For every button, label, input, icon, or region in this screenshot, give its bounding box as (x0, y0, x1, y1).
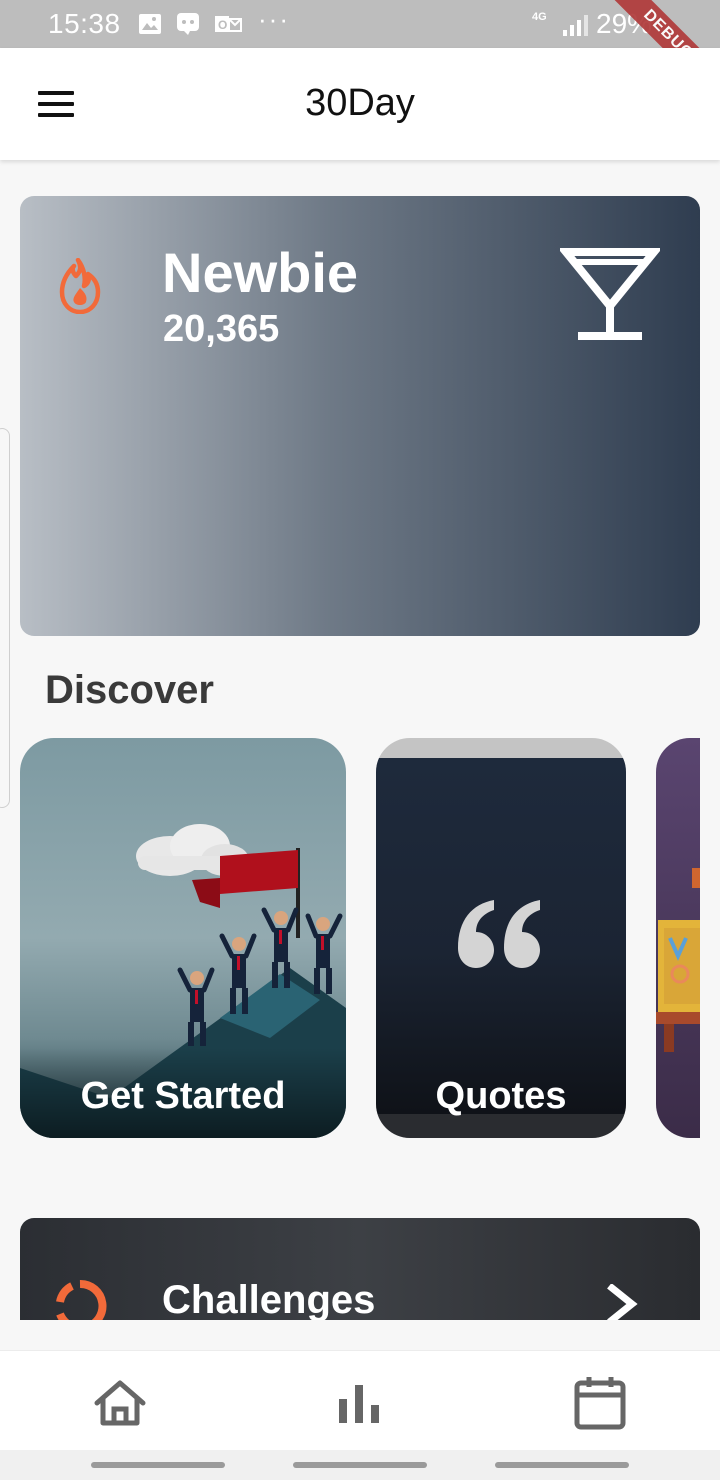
bar-chart-icon (339, 1385, 379, 1423)
rank-card[interactable]: Newbie 20,365 (20, 196, 700, 636)
nav-calendar[interactable] (560, 1371, 640, 1435)
partial-card-illustration (656, 868, 700, 1052)
signal-icon (563, 15, 588, 36)
app-bar: 30Day (0, 48, 720, 160)
card-label: Get Started (80, 1075, 286, 1117)
more-notifications: ··· (258, 4, 290, 34)
bottom-navigation (0, 1350, 720, 1450)
ring-icon (56, 1279, 107, 1320)
svg-text:O: O (218, 18, 227, 32)
cocktail-icon (560, 248, 660, 340)
discover-card-quotes[interactable]: Quotes (376, 738, 626, 1138)
gesture-handle[interactable] (293, 1462, 427, 1468)
discover-carousel[interactable]: Get Started Quotes (0, 738, 700, 1138)
challenges-banner[interactable]: Challenges (20, 1218, 700, 1320)
status-bar: 15:38 O ··· 4G 29% DEBUG (0, 0, 720, 122)
status-time: 15:38 (48, 8, 121, 39)
discover-title: Discover (45, 668, 214, 712)
image-icon (139, 14, 161, 34)
network-type: 4G (532, 11, 547, 23)
card-label: Quotes (435, 1075, 567, 1117)
challenges-label: Challenges (162, 1278, 376, 1320)
quote-mark-icon (458, 900, 540, 968)
home-icon (94, 1380, 146, 1426)
chevron-right-icon (607, 1284, 638, 1320)
gesture-handle[interactable] (495, 1462, 629, 1468)
notification-icons: O (138, 12, 242, 36)
rank-title: Newbie (162, 241, 359, 304)
gesture-handle[interactable] (91, 1462, 225, 1468)
discover-card-partial[interactable] (656, 738, 700, 1138)
outlook-icon: O (215, 16, 242, 32)
nav-stats[interactable] (320, 1371, 400, 1435)
chat-icon (177, 13, 199, 35)
nav-home[interactable] (80, 1371, 160, 1435)
system-gesture-bar (0, 1450, 720, 1480)
app-title: 30Day (305, 82, 415, 124)
points-value: 20,365 (163, 308, 280, 350)
flame-icon (59, 258, 101, 314)
calendar-icon (574, 1377, 626, 1430)
discover-card-get-started[interactable]: Get Started (20, 738, 346, 1138)
